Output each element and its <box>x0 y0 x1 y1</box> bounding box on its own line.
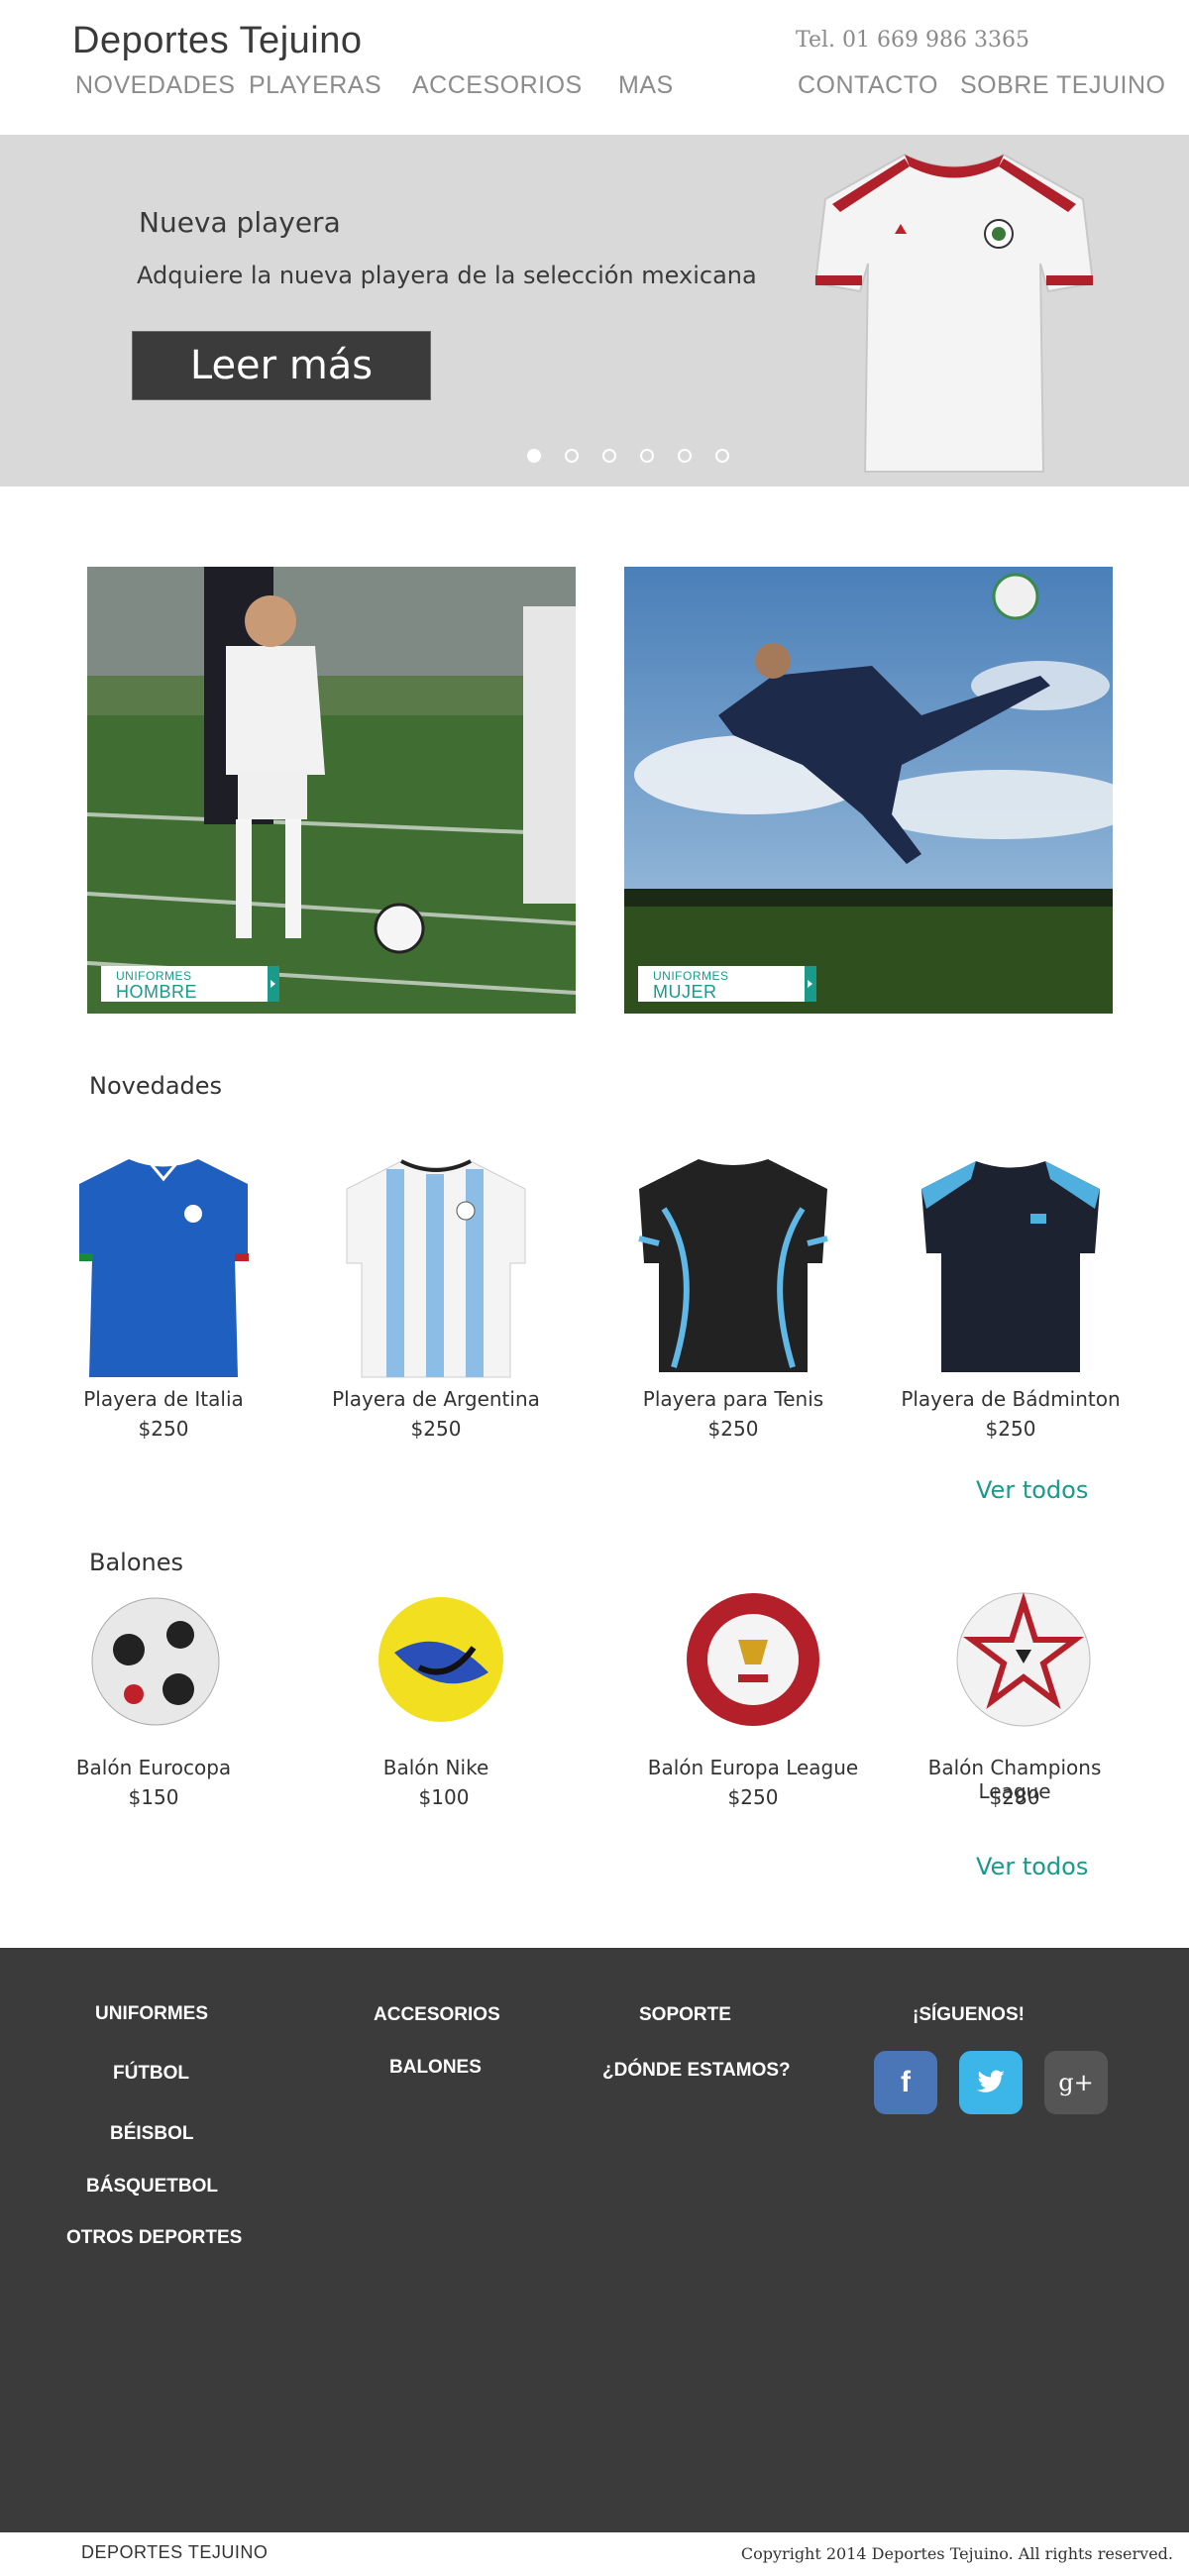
nav-playeras[interactable]: PLAYERAS <box>249 71 381 100</box>
slider-dot-6[interactable] <box>715 449 729 463</box>
promo-mujer[interactable]: UNIFORMES MUJER <box>624 567 1113 1014</box>
see-all-novedades-link[interactable]: Ver todos <box>976 1476 1088 1504</box>
badminton-jersey-image <box>921 1161 1100 1372</box>
novedades-title: Novedades <box>89 1072 223 1100</box>
product-price: $250 <box>707 1417 759 1441</box>
footer-beisbol[interactable]: BÉISBOL <box>110 2123 193 2145</box>
product-card[interactable] <box>892 1149 1130 1391</box>
hero-slider: Nueva playera Adquiere la nueva playera … <box>0 135 1189 486</box>
product-name: Playera de Italia <box>83 1387 244 1411</box>
promo-mujer-small: UNIFORMES <box>653 969 729 983</box>
promo-hombre-label[interactable]: UNIFORMES HOMBRE <box>101 966 279 1002</box>
footer-accesorios[interactable]: ACCESORIOS <box>374 2004 500 2026</box>
promo-mujer-label[interactable]: UNIFORMES MUJER <box>638 966 816 1002</box>
mexico-jersey-image <box>813 153 1095 473</box>
nav-mas[interactable]: MAS <box>618 71 674 100</box>
slider-dot-2[interactable] <box>565 449 579 463</box>
product-card[interactable] <box>375 1593 508 1731</box>
slider-dot-3[interactable] <box>602 449 616 463</box>
site-brand[interactable]: Deportes Tejuino <box>72 20 362 62</box>
product-price: $250 <box>138 1417 189 1441</box>
product-card[interactable] <box>684 1590 822 1733</box>
twitter-icon[interactable] <box>959 2051 1023 2114</box>
product-price: $250 <box>410 1417 462 1441</box>
promo-hombre-big: HOMBRE <box>116 982 198 1002</box>
footer-donde-estamos[interactable]: ¿DÓNDE ESTAMOS? <box>602 2060 791 2082</box>
nav-accesorios[interactable]: ACCESORIOS <box>412 71 583 100</box>
product-price: $250 <box>985 1417 1036 1441</box>
promo-hombre-small: UNIFORMES <box>116 969 192 983</box>
product-card[interactable] <box>317 1149 555 1391</box>
women-soccer-photo <box>624 567 1113 1014</box>
hero-subtitle: Adquiere la nueva playera de la selecció… <box>137 262 757 289</box>
product-price: $100 <box>418 1785 470 1809</box>
slider-dot-1[interactable] <box>527 449 541 463</box>
phone-number: Tel. 01 669 986 3365 <box>796 28 1029 53</box>
bottom-bar: DEPORTES TEJUINO Copyright 2014 Deportes… <box>0 2532 1189 2576</box>
hero-title: Nueva playera <box>139 206 341 239</box>
arrow-right-icon <box>268 966 279 1002</box>
nav-novedades[interactable]: NOVEDADES <box>75 71 235 100</box>
europa-league-ball-image <box>687 1593 819 1726</box>
footer-siguenos: ¡SÍGUENOS! <box>913 2004 1025 2025</box>
footer-otros-deportes[interactable]: OTROS DEPORTES <box>66 2227 242 2249</box>
slider-dot-5[interactable] <box>678 449 692 463</box>
product-name: Playera para Tenis <box>642 1387 824 1411</box>
nav-contacto[interactable]: CONTACTO <box>798 71 938 100</box>
slider-dot-4[interactable] <box>640 449 654 463</box>
facebook-icon[interactable]: f <box>874 2051 937 2114</box>
footer-futbol[interactable]: FÚTBOL <box>113 2063 189 2085</box>
product-name: Balón Nike <box>382 1756 489 1779</box>
slider-dots <box>527 449 729 463</box>
footer-brand[interactable]: DEPORTES TEJUINO <box>81 2542 268 2563</box>
product-price: $150 <box>128 1785 179 1809</box>
men-soccer-photo <box>87 567 576 1014</box>
footer-balones[interactable]: BALONES <box>389 2057 482 2079</box>
product-card[interactable] <box>45 1149 282 1391</box>
tennis-jersey-image <box>638 1159 828 1372</box>
footer-soporte[interactable]: SOPORTE <box>639 2004 731 2026</box>
product-price: $250 <box>727 1785 779 1809</box>
product-price: $280 <box>989 1785 1040 1809</box>
read-more-button[interactable]: Leer más <box>132 331 431 400</box>
google-plus-icon[interactable]: g+ <box>1044 2051 1108 2114</box>
site-footer: UNIFORMES FÚTBOL BÉISBOL BÁSQUETBOL OTRO… <box>0 1948 1189 2532</box>
copyright-text: Copyright 2014 Deportes Tejuino. All rig… <box>740 2544 1173 2563</box>
footer-basquetbol[interactable]: BÁSQUETBOL <box>86 2176 218 2198</box>
promo-mujer-big: MUJER <box>653 982 717 1002</box>
italy-jersey-image <box>79 1159 249 1377</box>
eurocopa-ball-image <box>91 1597 220 1726</box>
see-all-balones-link[interactable]: Ver todos <box>976 1853 1088 1880</box>
product-name: Playera de Argentina <box>332 1387 540 1411</box>
nav-sobre-tejuino[interactable]: SOBRE TEJUINO <box>960 71 1165 100</box>
champions-league-ball-image <box>956 1592 1091 1727</box>
promo-hombre[interactable]: UNIFORMES HOMBRE <box>87 567 576 1014</box>
arrow-right-icon <box>805 966 816 1002</box>
argentina-jersey-image <box>346 1159 526 1378</box>
product-card[interactable] <box>614 1149 852 1391</box>
footer-uniformes[interactable]: UNIFORMES <box>95 2003 208 2025</box>
product-card[interactable] <box>89 1595 223 1733</box>
balones-title: Balones <box>89 1549 184 1576</box>
nike-ball-image <box>378 1597 503 1722</box>
product-name: Balón Europa League <box>647 1756 859 1779</box>
product-name: Balón Eurocopa <box>75 1756 232 1779</box>
product-card[interactable] <box>954 1590 1093 1733</box>
product-name: Playera de Bádminton <box>901 1387 1121 1411</box>
